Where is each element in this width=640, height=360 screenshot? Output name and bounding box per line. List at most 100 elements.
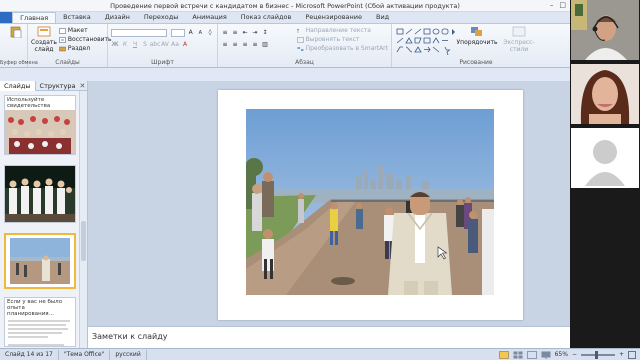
layout-button[interactable]: Макет	[59, 26, 112, 35]
zoom-in-icon[interactable]: +	[619, 351, 624, 358]
woman-avatar	[571, 64, 639, 124]
normal-view-icon[interactable]	[498, 350, 509, 359]
slide-thumbnail[interactable]: Используйте свидетельства	[4, 95, 76, 155]
italic-icon[interactable]: К	[121, 41, 129, 49]
slide-thumbnail-selected[interactable]	[4, 233, 76, 289]
reset-button[interactable]: Восстановить	[59, 35, 112, 44]
new-slide-icon	[37, 26, 51, 37]
status-bar: Слайд 14 из 17 "Тема Office" русский 65%…	[0, 348, 640, 360]
spacing-icon[interactable]: AV	[161, 41, 169, 49]
participant-video-man[interactable]	[571, 0, 639, 60]
current-slide[interactable]	[218, 90, 523, 320]
group-slides: Создать слайд Макет Восстановить Раздел …	[28, 24, 112, 67]
video-participants	[570, 0, 640, 348]
shrink-font-icon[interactable]: A	[197, 29, 205, 37]
align-center-icon[interactable]: ≡	[231, 41, 239, 49]
minimize-icon[interactable]: –	[550, 1, 554, 9]
text-direction-button[interactable]: Направление текста	[296, 26, 388, 35]
title-bar: Проведение первой встречи с кандидатом в…	[0, 0, 570, 12]
layout-label: Макет	[67, 27, 88, 34]
section-button[interactable]: Раздел	[59, 44, 112, 53]
reset-label: Восстановить	[67, 36, 112, 43]
tab-animation[interactable]: Анимация	[185, 12, 233, 23]
zoom-slider[interactable]	[580, 350, 615, 359]
status-right: 65% − +	[498, 350, 640, 359]
align-text-button[interactable]: Выровнять текст	[296, 35, 388, 44]
arrange-label: Упорядочить	[456, 39, 498, 46]
smartart-icon	[297, 46, 304, 51]
smartart-button[interactable]: Преобразовать в SmartArt	[297, 44, 388, 53]
case-icon[interactable]: Aa	[171, 41, 179, 49]
font-color-icon[interactable]: A	[181, 41, 189, 49]
thumb-crowd-image	[5, 110, 75, 154]
default-user-icon	[571, 128, 639, 188]
participant-video-empty[interactable]	[571, 128, 639, 188]
zoom-slider-knob[interactable]	[594, 350, 598, 359]
thumb-text-lines	[8, 320, 70, 346]
thumb-caption: Используйте свидетельства	[7, 97, 51, 109]
font-name-box[interactable]	[111, 28, 168, 37]
ribbon-tabs: Главная Вставка Дизайн Переходы Анимация…	[0, 12, 570, 24]
reset-icon	[59, 36, 66, 43]
tab-review[interactable]: Рецензирование	[298, 12, 369, 23]
line-spacing-icon[interactable]: ↕	[261, 29, 269, 37]
paste-button[interactable]	[3, 26, 29, 39]
group-paragraph: ≡ ≡ ⇤ ⇥ ↕ ≡ ≡ ≡ ≡ ▥ Направление текста В…	[218, 24, 392, 67]
theme-name: "Тема Office"	[59, 349, 111, 360]
reading-view-icon[interactable]	[526, 350, 537, 359]
zoom-level[interactable]: 65%	[555, 351, 568, 358]
slideshow-view-icon[interactable]	[541, 351, 551, 359]
tab-view[interactable]: Вид	[369, 12, 396, 23]
group-label-drawing: Рисование	[459, 59, 493, 66]
group-label-paragraph: Абзац	[295, 59, 314, 66]
tab-slideshow[interactable]: Показ слайдов	[234, 12, 299, 23]
group-label-clipboard: Буфер обмена	[0, 60, 38, 66]
slide-thumbnail[interactable]	[4, 165, 76, 223]
thumb-group-image	[5, 166, 75, 222]
align-left-icon[interactable]: ≡	[221, 41, 229, 49]
slide-thumbnail[interactable]: Если у вас не было опыта планирования...	[4, 297, 76, 347]
shadow-icon[interactable]: abc	[150, 41, 161, 49]
language[interactable]: русский	[110, 349, 147, 360]
participant-video-woman[interactable]	[571, 64, 639, 124]
fit-to-window-icon[interactable]	[628, 350, 636, 359]
scroll-thumb[interactable]	[81, 221, 86, 261]
maximize-icon[interactable]: □	[559, 1, 566, 9]
window-title: Проведение первой встречи с кандидатом в…	[110, 1, 460, 10]
panel-tabs: Слайды Структура ✕	[0, 80, 87, 91]
font-size-box[interactable]	[171, 28, 185, 37]
grow-font-icon[interactable]: A	[187, 29, 195, 37]
notes-pane[interactable]: Заметки к слайду	[88, 326, 570, 348]
tab-outline[interactable]: Структура	[36, 81, 80, 91]
columns-icon[interactable]: ▥	[261, 41, 269, 49]
bold-icon[interactable]: Ж	[111, 41, 119, 49]
tab-design[interactable]: Дизайн	[98, 12, 137, 23]
slides-panel: Слайды Структура ✕ Используйте свидетель…	[0, 80, 88, 348]
decrease-indent-icon[interactable]: ⇤	[241, 29, 249, 37]
tab-transitions[interactable]: Переходы	[137, 12, 185, 23]
tab-file[interactable]	[0, 12, 13, 23]
section-icon	[59, 46, 66, 51]
layout-icon	[59, 27, 66, 34]
increase-indent-icon[interactable]: ⇥	[251, 29, 259, 37]
thumb-waterfront-image	[6, 235, 74, 287]
shapes-gallery-icon[interactable]	[395, 27, 457, 55]
bullets-icon[interactable]: ≡	[221, 29, 229, 37]
align-right-icon[interactable]: ≡	[241, 41, 249, 49]
tab-home[interactable]: Главная	[12, 12, 57, 23]
window-controls: – □	[550, 1, 566, 9]
close-panel-icon[interactable]: ✕	[80, 82, 86, 90]
strikethrough-icon[interactable]: S	[141, 41, 149, 49]
justify-icon[interactable]: ≡	[251, 41, 259, 49]
waterfront-photo[interactable]	[246, 109, 494, 295]
tab-insert[interactable]: Вставка	[56, 12, 98, 23]
underline-icon[interactable]: Ч	[131, 41, 139, 49]
numbering-icon[interactable]: ≡	[231, 29, 239, 37]
sorter-view-icon[interactable]	[513, 351, 523, 359]
tab-slides[interactable]: Слайды	[0, 80, 36, 91]
zoom-out-icon[interactable]: −	[572, 351, 577, 358]
clear-format-icon[interactable]: ◊	[206, 29, 214, 37]
panel-scrollbar[interactable]	[79, 91, 87, 348]
section-label: Раздел	[67, 45, 91, 52]
group-drawing: Упорядочить Экспресс-стили Рисование	[392, 24, 560, 67]
